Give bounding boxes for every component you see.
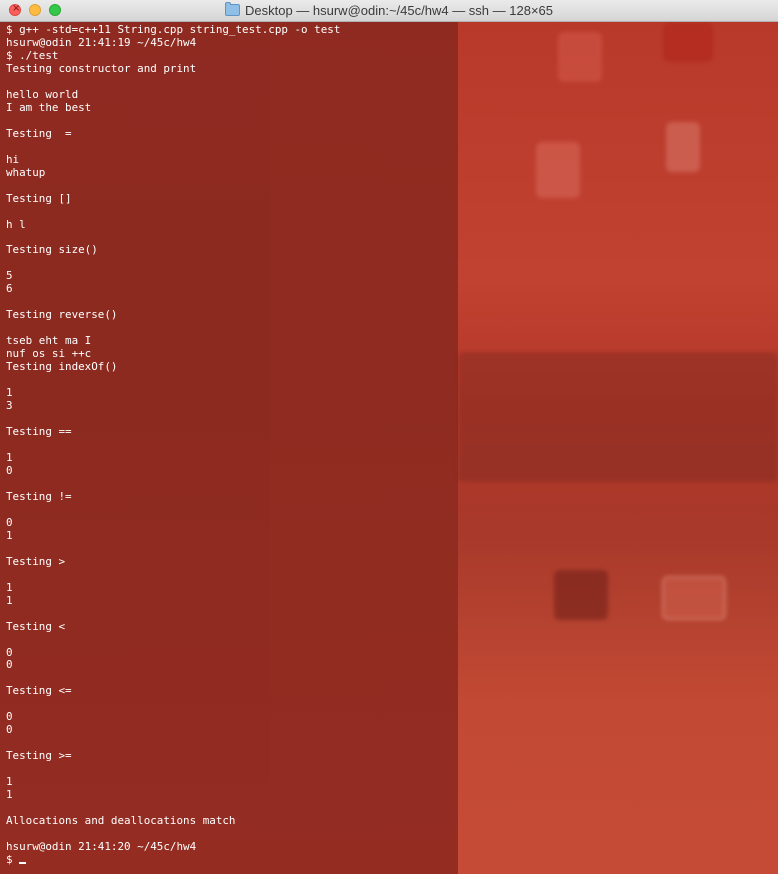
terminal-line: 3 bbox=[6, 399, 13, 413]
terminal-line: 0 bbox=[6, 710, 13, 724]
terminal-text: $ g++ -std=c++11 String.cpp string_test.… bbox=[6, 23, 340, 867]
terminal-line: hello world bbox=[6, 87, 79, 101]
terminal-line: Testing > bbox=[6, 554, 66, 568]
terminal-line: 0 bbox=[6, 723, 13, 737]
folder-icon bbox=[224, 2, 240, 16]
terminal-line: 5 bbox=[6, 269, 13, 283]
terminal-line: 0 bbox=[6, 463, 13, 477]
terminal-line: Testing [] bbox=[6, 191, 72, 205]
terminal-line: Testing constructor and print bbox=[6, 61, 197, 75]
window-title: Desktop — hsurw@odin:~/45c/hw4 — ssh — 1… bbox=[0, 2, 778, 18]
window-title-text: Desktop — hsurw@odin:~/45c/hw4 — ssh — 1… bbox=[244, 3, 554, 18]
terminal-line: 1 bbox=[6, 775, 13, 789]
terminal-line: h l bbox=[6, 217, 26, 231]
text-cursor bbox=[19, 862, 27, 864]
terminal-line: whatup bbox=[6, 165, 46, 179]
terminal-prompt-line[interactable]: $ bbox=[6, 853, 340, 867]
terminal-line: hsurw@odin 21:41:20 ~/45c/hw4 bbox=[6, 840, 197, 854]
title-bar: × Desktop — hsurw@odin:~/45c/hw4 — ssh —… bbox=[0, 0, 778, 22]
terminal-line: Testing <= bbox=[6, 684, 72, 698]
terminal-line: 0 bbox=[6, 645, 13, 659]
terminal-line: I am the best bbox=[6, 100, 92, 114]
terminal-line: hsurw@odin 21:41:19 ~/45c/hw4 bbox=[6, 35, 197, 49]
terminal-window: × Desktop — hsurw@odin:~/45c/hw4 — ssh —… bbox=[0, 0, 778, 874]
terminal-line: 0 bbox=[6, 658, 13, 672]
terminal-line: 1 bbox=[6, 593, 13, 607]
terminal-line: 1 bbox=[6, 788, 13, 802]
terminal-line: 1 bbox=[6, 386, 13, 400]
terminal-line: 1 bbox=[6, 580, 13, 594]
terminal-line: Allocations and deallocations match bbox=[6, 814, 236, 828]
terminal-line: Testing indexOf() bbox=[6, 360, 118, 374]
terminal-line: $ ./test bbox=[6, 48, 59, 62]
terminal-line: 6 bbox=[6, 282, 13, 296]
terminal-line: Testing != bbox=[6, 489, 72, 503]
terminal-line: Testing < bbox=[6, 619, 66, 633]
terminal-line: hi bbox=[6, 152, 20, 166]
terminal-line: 0 bbox=[6, 515, 13, 529]
terminal-output[interactable]: $ g++ -std=c++11 String.cpp string_test.… bbox=[0, 22, 778, 874]
terminal-line: Testing == bbox=[6, 425, 72, 439]
terminal-line: Testing size() bbox=[6, 243, 98, 257]
terminal-line: Testing >= bbox=[6, 749, 72, 763]
terminal-line: Testing reverse() bbox=[6, 308, 118, 322]
terminal-prompt: $ bbox=[6, 853, 20, 866]
terminal-line: Testing = bbox=[6, 126, 72, 140]
terminal-line: 1 bbox=[6, 450, 13, 464]
terminal-line: 1 bbox=[6, 528, 13, 542]
